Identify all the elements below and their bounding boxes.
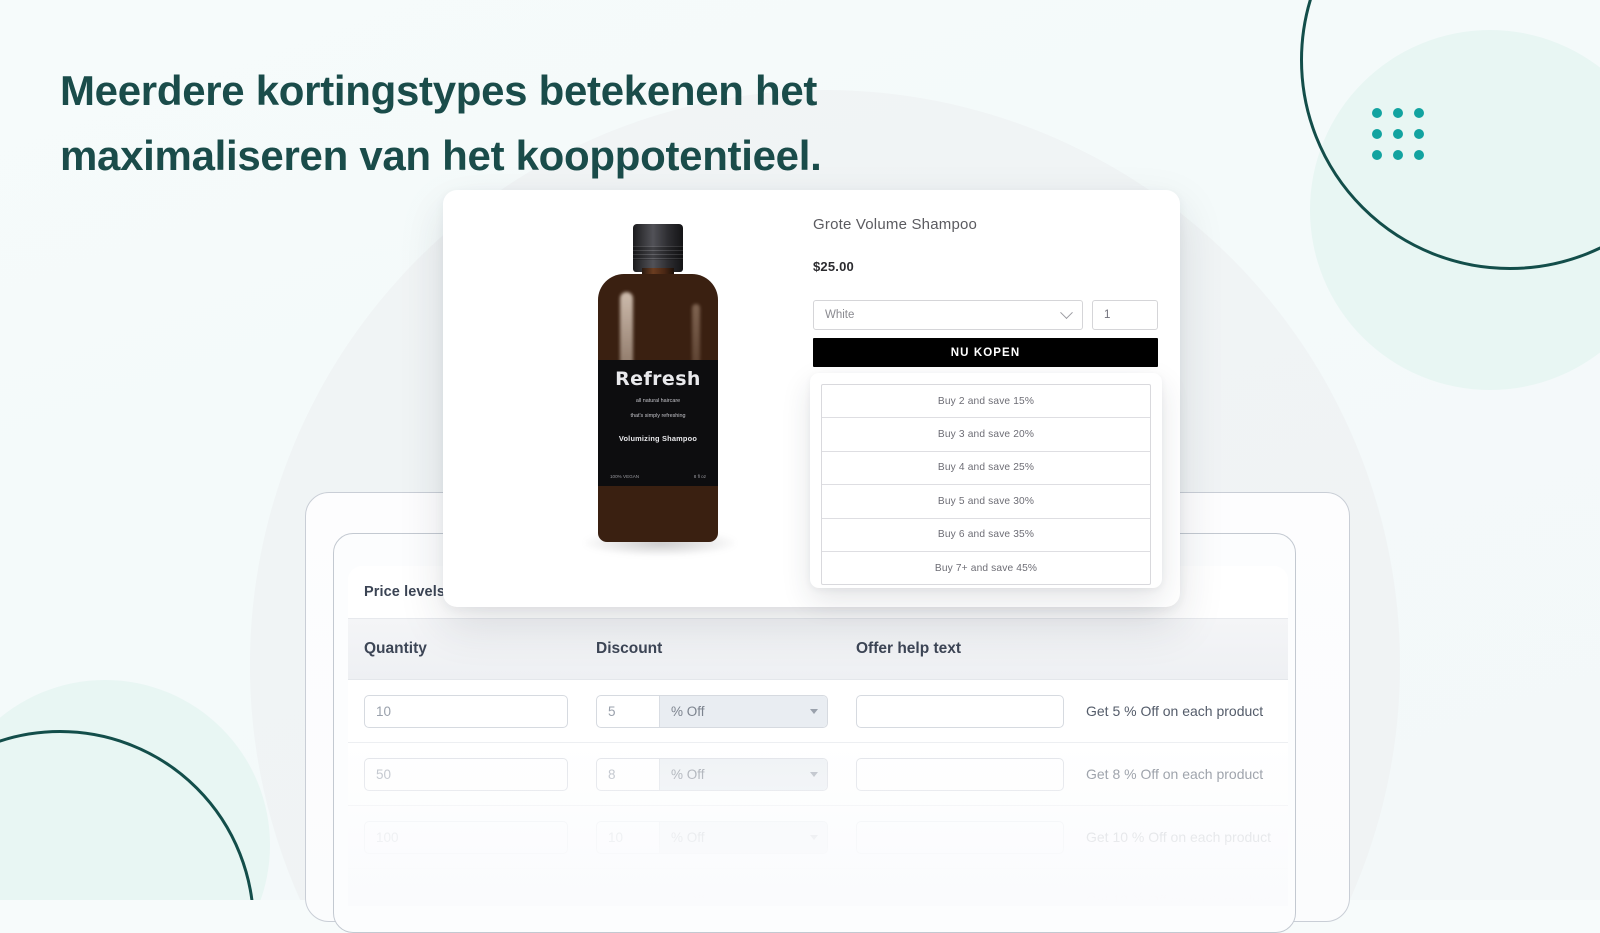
offer-help-preview: Get 5 % Off on each product <box>1086 703 1264 719</box>
cell-discount: 10 % Off <box>596 820 856 854</box>
discount-field-group: 8 % Off <box>596 757 828 791</box>
dot-grid-icon <box>1372 108 1424 160</box>
offer-help-preview: Get 8 % Off on each product <box>1086 766 1264 782</box>
bottle-product-name: Volumizing Shampoo <box>618 434 698 444</box>
product-title: Grote Volume Shampoo <box>813 216 978 233</box>
list-item[interactable]: Buy 7+ and save 45% <box>822 552 1150 584</box>
table-row: 50 8 % Off Get 8 % Off on each product <box>348 743 1288 806</box>
cell-quantity: 10 <box>364 694 596 728</box>
headline-line-1: Meerdere kortingstypes betekenen het <box>60 67 818 114</box>
buy-now-button[interactable]: NU KOPEN <box>813 338 1158 367</box>
column-header-quantity: Quantity <box>364 640 427 657</box>
list-item[interactable]: Buy 5 and save 30% <box>822 485 1150 519</box>
discount-unit-label: % Off <box>671 829 705 845</box>
discount-input[interactable]: 5 <box>597 696 659 727</box>
cell-help-text: Get 8 % Off on each product <box>856 757 1272 791</box>
discount-unit-label: % Off <box>671 766 705 782</box>
bottle-body: Refresh all natural haircare that's simp… <box>598 274 718 542</box>
discount-input[interactable]: 8 <box>597 759 659 790</box>
cell-quantity: 250 <box>364 883 596 906</box>
quantity-input[interactable]: 10 <box>364 694 568 728</box>
table-header-row: Quantity Discount Offer help text <box>348 618 1288 680</box>
page-headline: Meerdere kortingstypes betekenen het max… <box>60 58 980 188</box>
cell-quantity: 50 <box>364 757 596 791</box>
quantity-input[interactable]: 100 <box>364 820 568 854</box>
offer-help-text-input[interactable] <box>856 694 1064 728</box>
cell-discount: 8 % Off <box>596 757 856 791</box>
product-details: Grote Volume Shampoo $25.00 White 1 NU K… <box>813 208 1158 367</box>
quantity-input[interactable]: 250 <box>364 883 568 906</box>
caret-down-icon <box>810 834 818 840</box>
bottle-volume: 8 fl oz <box>693 474 706 479</box>
discount-unit-select[interactable]: % Off <box>659 695 827 727</box>
discount-input[interactable]: 10 <box>597 822 659 853</box>
offer-help-text-input[interactable] <box>856 820 1064 854</box>
bottle-label-footer: 100% VEGAN 8 fl oz <box>610 474 706 479</box>
discount-unit-select[interactable]: % Off <box>659 884 827 907</box>
discount-field-group: 12 % Off <box>596 883 828 907</box>
product-image: Refresh all natural haircare that's simp… <box>503 212 813 587</box>
column-header-help-text: Offer help text <box>856 640 962 657</box>
bottle-label: Refresh all natural haircare that's simp… <box>598 360 718 486</box>
bottle-vegan-claim: 100% VEGAN <box>610 474 640 479</box>
page-title: Price levels <box>364 584 446 600</box>
discount-unit-label: % Off <box>671 892 705 907</box>
offers-list: Buy 2 and save 15% Buy 3 and save 20% Bu… <box>821 384 1151 586</box>
caret-down-icon <box>810 708 818 714</box>
cell-discount: 12 % Off <box>596 883 856 907</box>
discount-field-group: 10 % Off <box>596 820 828 854</box>
table-row: 250 12 % Off Get 12 % Off on each produc… <box>348 869 1288 906</box>
discount-unit-label: % Off <box>671 703 705 719</box>
cell-help-text: Get 12 % Off on each product <box>856 883 1272 906</box>
product-price: $25.00 <box>813 259 854 274</box>
list-item[interactable]: Buy 3 and save 20% <box>822 418 1150 452</box>
quantity-stepper[interactable]: 1 <box>1092 300 1158 330</box>
column-header-discount: Discount <box>596 640 663 657</box>
offer-help-text-input[interactable] <box>856 883 1064 906</box>
offer-help-text-input[interactable] <box>856 757 1064 791</box>
discount-field-group: 5 % Off <box>596 694 828 728</box>
offer-help-preview: Get 10 % Off on each product <box>1086 829 1271 845</box>
price-levels-panel: Price levels Quantity Discount Offer hel… <box>348 566 1288 906</box>
product-controls: White 1 <box>813 300 1158 330</box>
discount-input[interactable]: 12 <box>597 885 659 907</box>
table-row: 100 10 % Off Get 10 % Off on each produc… <box>348 806 1288 869</box>
table-row: 10 5 % Off Get 5 % Off on each product <box>348 680 1288 743</box>
bottle-tagline-2: that's simply refreshing <box>630 413 686 420</box>
caret-down-icon <box>810 771 818 777</box>
list-item[interactable]: Buy 4 and save 25% <box>822 452 1150 486</box>
variant-select[interactable]: White <box>813 300 1083 330</box>
list-item[interactable]: Buy 2 and save 15% <box>822 385 1150 419</box>
variant-select-value: White <box>825 309 855 321</box>
quantity-input[interactable]: 50 <box>364 757 568 791</box>
cell-help-text: Get 10 % Off on each product <box>856 820 1272 854</box>
discount-unit-select[interactable]: % Off <box>659 821 827 853</box>
bottle-brand-name: Refresh <box>615 368 701 390</box>
bottle-cap <box>633 224 683 272</box>
cell-help-text: Get 5 % Off on each product <box>856 694 1272 728</box>
volume-discount-offers-card: Buy 2 and save 15% Buy 3 and save 20% Bu… <box>810 373 1162 588</box>
headline-line-2: maximaliseren van het kooppotentieel. <box>60 132 822 180</box>
offer-help-preview: Get 12 % Off on each product <box>1086 892 1271 906</box>
chevron-down-icon <box>1060 305 1073 319</box>
caret-down-icon <box>810 897 818 903</box>
cell-quantity: 100 <box>364 820 596 854</box>
bottle-tagline-1: all natural haircare <box>635 398 681 404</box>
discount-unit-select[interactable]: % Off <box>659 758 827 790</box>
cell-discount: 5 % Off <box>596 694 856 728</box>
list-item[interactable]: Buy 6 and save 35% <box>822 519 1150 552</box>
